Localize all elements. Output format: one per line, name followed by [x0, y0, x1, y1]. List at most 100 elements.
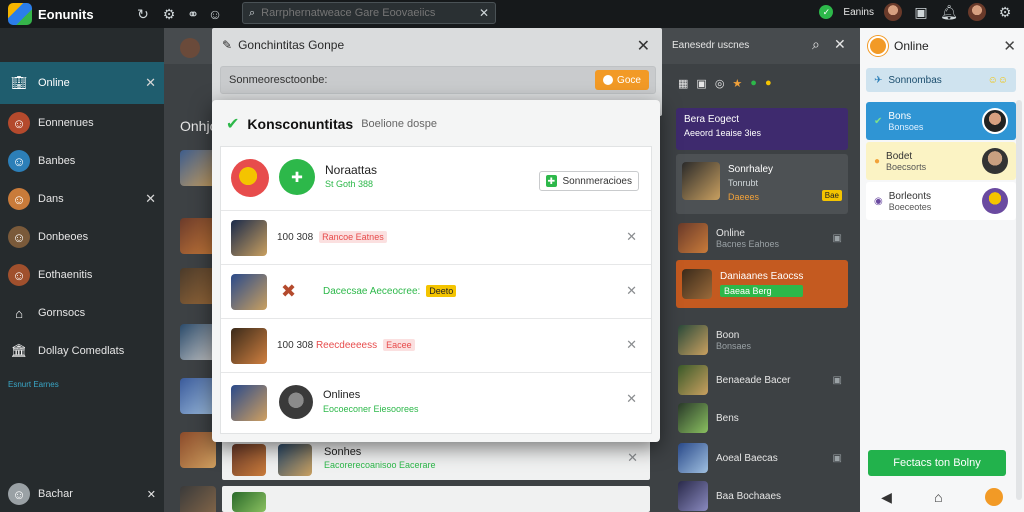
- avatar: [231, 274, 267, 310]
- list-item[interactable]: Benaeade Bacer ▣: [672, 362, 852, 398]
- chat-icon[interactable]: ▣: [833, 375, 842, 386]
- friends-panel: Eanesedr uscnes ⌕ ✕ ▦ ▣ ◎ ★ ● ● Bera Eog…: [672, 28, 860, 512]
- list-item-highlighted[interactable]: Daniaanes Eaocss Baeaa Berg: [676, 260, 848, 308]
- sidebar-item[interactable]: ☺ Eonnenues: [0, 104, 164, 142]
- search-field[interactable]: Sonmeoresctoonbe: Goce: [220, 66, 656, 94]
- action-button[interactable]: ✚ Sonnmeracioes: [539, 171, 639, 191]
- row-title: Onlines: [323, 389, 361, 401]
- avatar: [678, 481, 708, 511]
- window-icon[interactable]: ▣: [912, 3, 930, 21]
- close-icon[interactable]: ✕: [834, 36, 846, 53]
- globe-icon[interactable]: ◎: [715, 77, 725, 90]
- close-icon[interactable]: ✕: [627, 450, 638, 466]
- go-button[interactable]: Goce: [595, 70, 649, 90]
- window-icon[interactable]: ▣: [696, 77, 706, 90]
- emoji-icon[interactable]: ☺: [206, 5, 224, 23]
- sidebar-item[interactable]: ☺ Donbeoes: [0, 218, 164, 256]
- close-icon[interactable]: ✕: [626, 337, 637, 353]
- chat-icon[interactable]: ▣: [833, 453, 842, 464]
- close-icon[interactable]: ✕: [626, 229, 637, 245]
- trophy-icon[interactable]: ★: [732, 77, 742, 90]
- item-title: Bens: [716, 412, 739, 424]
- sidebar-item[interactable]: ☺ Dans ✕: [0, 180, 164, 218]
- close-icon[interactable]: ✕: [626, 391, 637, 407]
- close-icon[interactable]: ✕: [145, 75, 156, 91]
- gear-icon[interactable]: ⚙: [996, 3, 1014, 21]
- sidebar-item-label: Donbeoes: [38, 231, 89, 243]
- game-thumbnail[interactable]: [180, 268, 216, 304]
- results-dialog: ✔ Konsconuntitas Boelione dospe ✚ Noraat…: [212, 100, 660, 442]
- account-label[interactable]: Eanins: [843, 7, 874, 18]
- panel-header-text: Eanesedr uscnes: [672, 40, 750, 51]
- profile-icon[interactable]: [180, 38, 200, 58]
- game-thumbnail[interactable]: [180, 150, 216, 186]
- close-icon[interactable]: ✕: [479, 6, 489, 20]
- sidebar-footer[interactable]: ☺ Bachar ✕: [0, 476, 164, 512]
- list-item[interactable]: Sonhes Eacorerecoanisoo Eacerare ✕: [222, 440, 650, 480]
- friend-item[interactable]: ✔ Bons Bonsoes: [866, 102, 1016, 140]
- banner-text: Sonnombas: [888, 74, 942, 86]
- brand[interactable]: Eonunits: [0, 3, 128, 25]
- settings-icon[interactable]: ⚙: [160, 5, 178, 23]
- info-banner[interactable]: ✈ Sonnombas ☺☺: [866, 68, 1016, 92]
- cta-button[interactable]: Fectacs ton Bolny: [868, 450, 1006, 476]
- event-banner[interactable]: Bera Eogect Aeeord 1eaise 3ies: [676, 108, 848, 150]
- scrollbar[interactable]: [1016, 100, 1022, 500]
- notifications-icon[interactable]: 🔔︎: [940, 3, 958, 21]
- result-row[interactable]: 100 308 Rancoe Eatnes ✕: [221, 211, 651, 265]
- search-field-value: Sonmeoresctoonbe:: [229, 74, 328, 86]
- friend-card[interactable]: Sonrhaley Tonrubt Daeees Bae: [676, 154, 848, 214]
- banner-sub: Aeeord 1eaise 3ies: [684, 128, 762, 138]
- search-input[interactable]: [261, 7, 473, 19]
- grid-icon[interactable]: ▦: [678, 77, 688, 90]
- search-icon[interactable]: ⌕: [812, 36, 820, 53]
- go-button-label: Goce: [617, 74, 641, 86]
- close-icon[interactable]: ✕: [145, 191, 156, 207]
- coin-icon[interactable]: ●: [765, 77, 772, 89]
- avatar-icon: ☺: [8, 150, 30, 172]
- result-row[interactable]: ✖ Dacecsae Aeceocree: Deeto ✕: [221, 265, 651, 319]
- sidebar-item[interactable]: ☺ Eothaenitis: [0, 256, 164, 294]
- list-item[interactable]: Aoeal Baecas ▣: [672, 440, 852, 476]
- list-item[interactable]: [222, 486, 650, 512]
- list-item[interactable]: Bens: [672, 400, 852, 436]
- search-bar[interactable]: ⌕ ✕: [242, 2, 496, 24]
- result-row[interactable]: 100 308 Reecdeeeess Eacee ✕: [221, 319, 651, 373]
- featured-result[interactable]: ✚ Noraattas St Goth 388 ✚ Sonnmeracioes: [221, 147, 651, 211]
- top-right-controls: ✓ Eanins ▣ 🔔︎ ⚙: [819, 3, 1014, 21]
- sidebar-item[interactable]: ☺ Banbes: [0, 142, 164, 180]
- panel-header: Eanesedr uscnes ⌕ ✕: [672, 28, 860, 64]
- avatar: [279, 385, 313, 419]
- link-icon[interactable]: ⚭: [184, 5, 202, 23]
- sidebar-item[interactable]: 🏛︎ Dollay Comedlats: [0, 332, 164, 370]
- close-icon[interactable]: ✕: [626, 283, 637, 299]
- chat-icon[interactable]: ▣: [833, 233, 842, 244]
- coin-icon[interactable]: [984, 488, 1003, 506]
- status-icon[interactable]: ●: [750, 77, 757, 89]
- friend-status: Boeceotes: [888, 201, 932, 212]
- avatar[interactable]: [884, 3, 902, 21]
- back-icon[interactable]: ◀: [881, 489, 892, 506]
- list-item[interactable]: Baa Bochaaes: [672, 478, 852, 512]
- sidebar-item-online[interactable]: 🏢︎ Online ✕: [0, 62, 164, 104]
- avatar[interactable]: [968, 3, 986, 21]
- game-thumbnail[interactable]: [180, 432, 216, 468]
- game-thumbnail[interactable]: [180, 218, 216, 254]
- item-title: Daniaanes Eaocss: [720, 271, 804, 282]
- close-icon[interactable]: ✕: [1003, 37, 1016, 55]
- home-icon[interactable]: ⌂: [934, 489, 942, 505]
- close-icon[interactable]: ✕: [637, 36, 650, 56]
- rocket-icon: ✈: [874, 74, 883, 86]
- friend-item[interactable]: ● Bodet Boecsorts: [866, 142, 1016, 180]
- friend-item[interactable]: ◉ Borleonts Boeceotes: [866, 182, 1016, 220]
- game-thumbnail[interactable]: [180, 324, 216, 360]
- list-item[interactable]: Boon Bonsaes: [672, 322, 852, 358]
- game-thumbnail[interactable]: [180, 378, 216, 414]
- result-row[interactable]: Onlines Eocoeconer Eiesoorees ✕: [221, 373, 651, 433]
- list-item[interactable]: Online Bacnes Eahoes ▣: [672, 220, 852, 256]
- game-thumbnail[interactable]: [180, 486, 216, 512]
- close-icon[interactable]: ✕: [147, 488, 156, 501]
- status-icon: ✓: [819, 5, 834, 19]
- sidebar-item[interactable]: ⌂ Gornsocs: [0, 294, 164, 332]
- refresh-icon[interactable]: ↻: [134, 5, 152, 23]
